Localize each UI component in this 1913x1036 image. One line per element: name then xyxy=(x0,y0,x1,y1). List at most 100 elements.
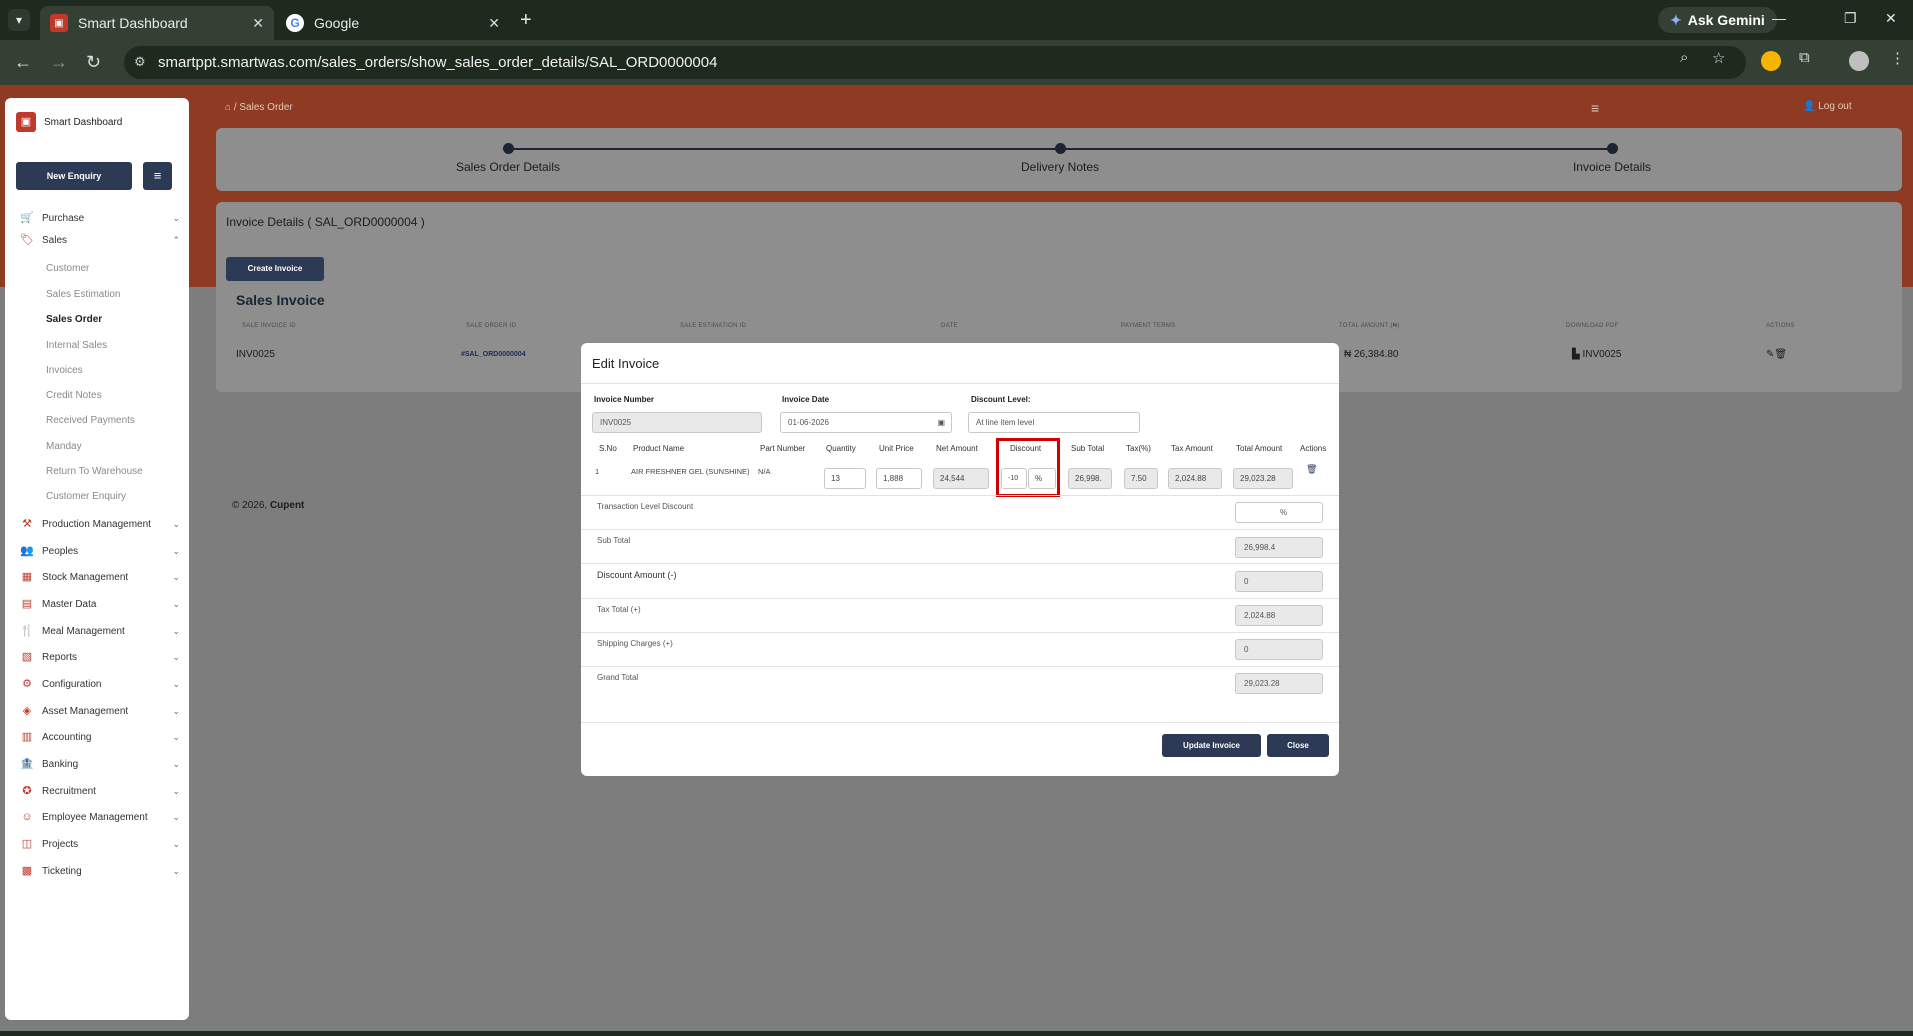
close-button[interactable]: Close xyxy=(1267,734,1329,757)
sidebar-item-stock-management[interactable]: ▦ Stock Management ⌄ xyxy=(20,567,180,587)
url-text: smartppt.smartwas.com/sales_orders/show_… xyxy=(158,54,718,71)
step-dot[interactable] xyxy=(1055,143,1066,154)
sidebar-item-banking[interactable]: 🏦 Banking ⌄ xyxy=(20,754,180,774)
sidebar-subitem-customer[interactable]: Customer xyxy=(46,263,89,274)
total-amount-field: 29,023.28 xyxy=(1233,468,1293,489)
brand[interactable]: ▣ Smart Dashboard xyxy=(16,112,122,132)
sidebar-subitem-customer-enquiry[interactable]: Customer Enquiry xyxy=(46,491,126,502)
unit-price-input[interactable]: 1,888 xyxy=(876,468,922,489)
sidebar-subitem-credit-notes[interactable]: Credit Notes xyxy=(46,390,102,401)
sidebar-subitem-internal-sales[interactable]: Internal Sales xyxy=(46,340,107,351)
invoice-date-field[interactable]: 01-06-2026 ▣ xyxy=(780,412,952,433)
site-info-icon[interactable]: ⚙ xyxy=(134,54,146,70)
chevron-down-icon: ⌄ xyxy=(172,212,180,223)
reload-icon[interactable]: ↻ xyxy=(86,52,101,73)
calendar-icon[interactable]: ▣ xyxy=(937,418,945,427)
profile-avatar-icon[interactable] xyxy=(1849,51,1869,71)
report-icon: ▧ xyxy=(21,651,33,663)
header-menu-icon[interactable]: ≡ xyxy=(1591,100,1599,116)
sidebar-item-reports[interactable]: ▧ Reports ⌄ xyxy=(20,647,180,667)
cart-icon: 🛒 xyxy=(20,212,34,224)
sub-total-field: 26,998. xyxy=(1068,468,1112,489)
minimize-icon[interactable]: — xyxy=(1772,10,1786,26)
extension-icon[interactable] xyxy=(1761,51,1781,71)
sidebar-subitem-sales-order[interactable]: Sales Order xyxy=(46,314,102,325)
sidebar-item-recruitment[interactable]: ✪ Recruitment ⌄ xyxy=(20,781,180,801)
sidebar-subitem-sales-estimation[interactable]: Sales Estimation xyxy=(46,289,120,300)
pdf-file-icon: ▙ xyxy=(1572,349,1580,360)
tab-list-button[interactable]: ▾ xyxy=(8,9,30,31)
sales-icon: 🏷 xyxy=(20,234,34,246)
column-header: Tax(%) xyxy=(1126,444,1151,453)
tab-google[interactable]: G Google ✕ xyxy=(276,6,510,40)
extensions-puzzle-icon[interactable]: ⧉ xyxy=(1799,49,1810,66)
chevron-down-icon: ⌄ xyxy=(172,811,180,822)
create-invoice-button[interactable]: Create Invoice xyxy=(226,257,324,281)
ask-gemini-button[interactable]: ✦ Ask Gemini xyxy=(1658,7,1777,33)
close-tab-icon[interactable]: ✕ xyxy=(252,15,264,32)
update-invoice-button[interactable]: Update Invoice xyxy=(1162,734,1261,757)
row-divider xyxy=(581,598,1339,599)
zoom-icon[interactable]: ⌕ xyxy=(1680,49,1688,66)
step-dot[interactable] xyxy=(503,143,514,154)
sidebar-subitem-manday[interactable]: Manday xyxy=(46,441,82,452)
address-bar[interactable]: ⚙ smartppt.smartwas.com/sales_orders/sho… xyxy=(124,46,1746,79)
close-tab-icon[interactable]: ✕ xyxy=(488,15,500,32)
step-dot[interactable] xyxy=(1607,143,1618,154)
sidebar-item-peoples[interactable]: 👥 Peoples ⌄ xyxy=(20,541,180,561)
column-header: S.No xyxy=(599,444,617,453)
sidebar-item-sales[interactable]: 🏷 Sales ⌃ xyxy=(20,230,180,250)
bookmark-star-icon[interactable]: ☆ xyxy=(1712,49,1725,67)
footer-brand-link[interactable]: Cupent xyxy=(270,500,304,511)
column-header: Tax Amount xyxy=(1171,444,1213,453)
column-header: SALE ESTIMATION ID xyxy=(680,323,747,329)
invoice-number-field[interactable]: INV0025 xyxy=(592,412,762,433)
column-header: Unit Price xyxy=(879,444,914,453)
column-header: DOWNLOAD PDF xyxy=(1566,323,1619,329)
logout-link[interactable]: 👤 Log out xyxy=(1803,101,1852,112)
window-close-icon[interactable]: ✕ xyxy=(1885,10,1897,27)
restore-icon[interactable]: ❐ xyxy=(1844,10,1857,27)
row-divider xyxy=(581,529,1339,530)
sidebar-item-meal-management[interactable]: 🍴 Meal Management ⌄ xyxy=(20,621,180,641)
sidebar-item-employee-management[interactable]: ☺ Employee Management ⌄ xyxy=(20,807,180,827)
download-pdf-link[interactable]: ▙ INV0025 xyxy=(1572,349,1621,360)
sidebar-item-ticketing[interactable]: ▩ Ticketing ⌄ xyxy=(20,861,180,881)
sidebar-item-purchase[interactable]: 🛒 Purchase ⌄ xyxy=(20,208,180,228)
people-icon: 👥 xyxy=(20,545,34,557)
sidebar-menu-toggle-icon[interactable]: ≡ xyxy=(143,162,172,190)
sidebar-item-production-management[interactable]: ⚒ Production Management ⌄ xyxy=(20,514,180,534)
sidebar-subitem-received-payments[interactable]: Received Payments xyxy=(46,415,135,426)
chevron-down-icon: ⌄ xyxy=(172,651,180,662)
discount-level-select[interactable]: At line item level xyxy=(968,412,1140,433)
transaction-discount-input[interactable]: % xyxy=(1235,502,1323,523)
home-icon[interactable]: ⌂ xyxy=(225,102,231,113)
step-delivery-notes[interactable]: Delivery Notes xyxy=(1021,160,1099,174)
quantity-input[interactable]: 13 xyxy=(824,468,866,489)
shipping-charges-field[interactable]: 0 xyxy=(1235,639,1323,660)
forward-icon[interactable]: → xyxy=(50,52,68,73)
sidebar-subitem-return-to-warehouse[interactable]: Return To Warehouse xyxy=(46,466,143,477)
tax-total-field: 2,024.88 xyxy=(1235,605,1323,626)
sidebar-subitem-invoices[interactable]: Invoices xyxy=(46,365,83,376)
column-header: Net Amount xyxy=(936,444,978,453)
sidebar-item-asset-management[interactable]: ◈ Asset Management ⌄ xyxy=(20,701,180,721)
delete-icon[interactable]: 🗑 xyxy=(1774,349,1787,360)
browser-menu-icon[interactable]: ⋮ xyxy=(1890,49,1905,67)
sidebar-item-configuration[interactable]: ⚙ Configuration ⌄ xyxy=(20,674,180,694)
tax-amount-field: 2,024.88 xyxy=(1168,468,1222,489)
step-invoice-details[interactable]: Invoice Details xyxy=(1573,160,1651,174)
back-icon[interactable]: ← xyxy=(14,52,32,73)
step-sales-order-details[interactable]: Sales Order Details xyxy=(456,160,560,174)
delete-line-icon[interactable]: 🗑 xyxy=(1306,464,1317,475)
order-stepper: Sales Order Details Delivery Notes Invoi… xyxy=(216,128,1902,191)
tax-total-label: Tax Total (+) xyxy=(597,605,641,614)
sidebar-item-master-data[interactable]: ▤ Master Data ⌄ xyxy=(20,594,180,614)
browser-toolbar: ← → ↻ ⚙ smartppt.smartwas.com/sales_orde… xyxy=(0,40,1913,85)
new-enquiry-button[interactable]: New Enquiry xyxy=(16,162,132,190)
order-id-link[interactable]: #SAL_ORD0000004 xyxy=(461,351,526,358)
new-tab-icon[interactable]: + xyxy=(520,9,532,32)
tab-smart-dashboard[interactable]: ▣ Smart Dashboard ✕ xyxy=(40,6,274,40)
sidebar-item-accounting[interactable]: ▥ Accounting ⌄ xyxy=(20,727,180,747)
sidebar-item-projects[interactable]: ◫ Projects ⌄ xyxy=(20,834,180,854)
